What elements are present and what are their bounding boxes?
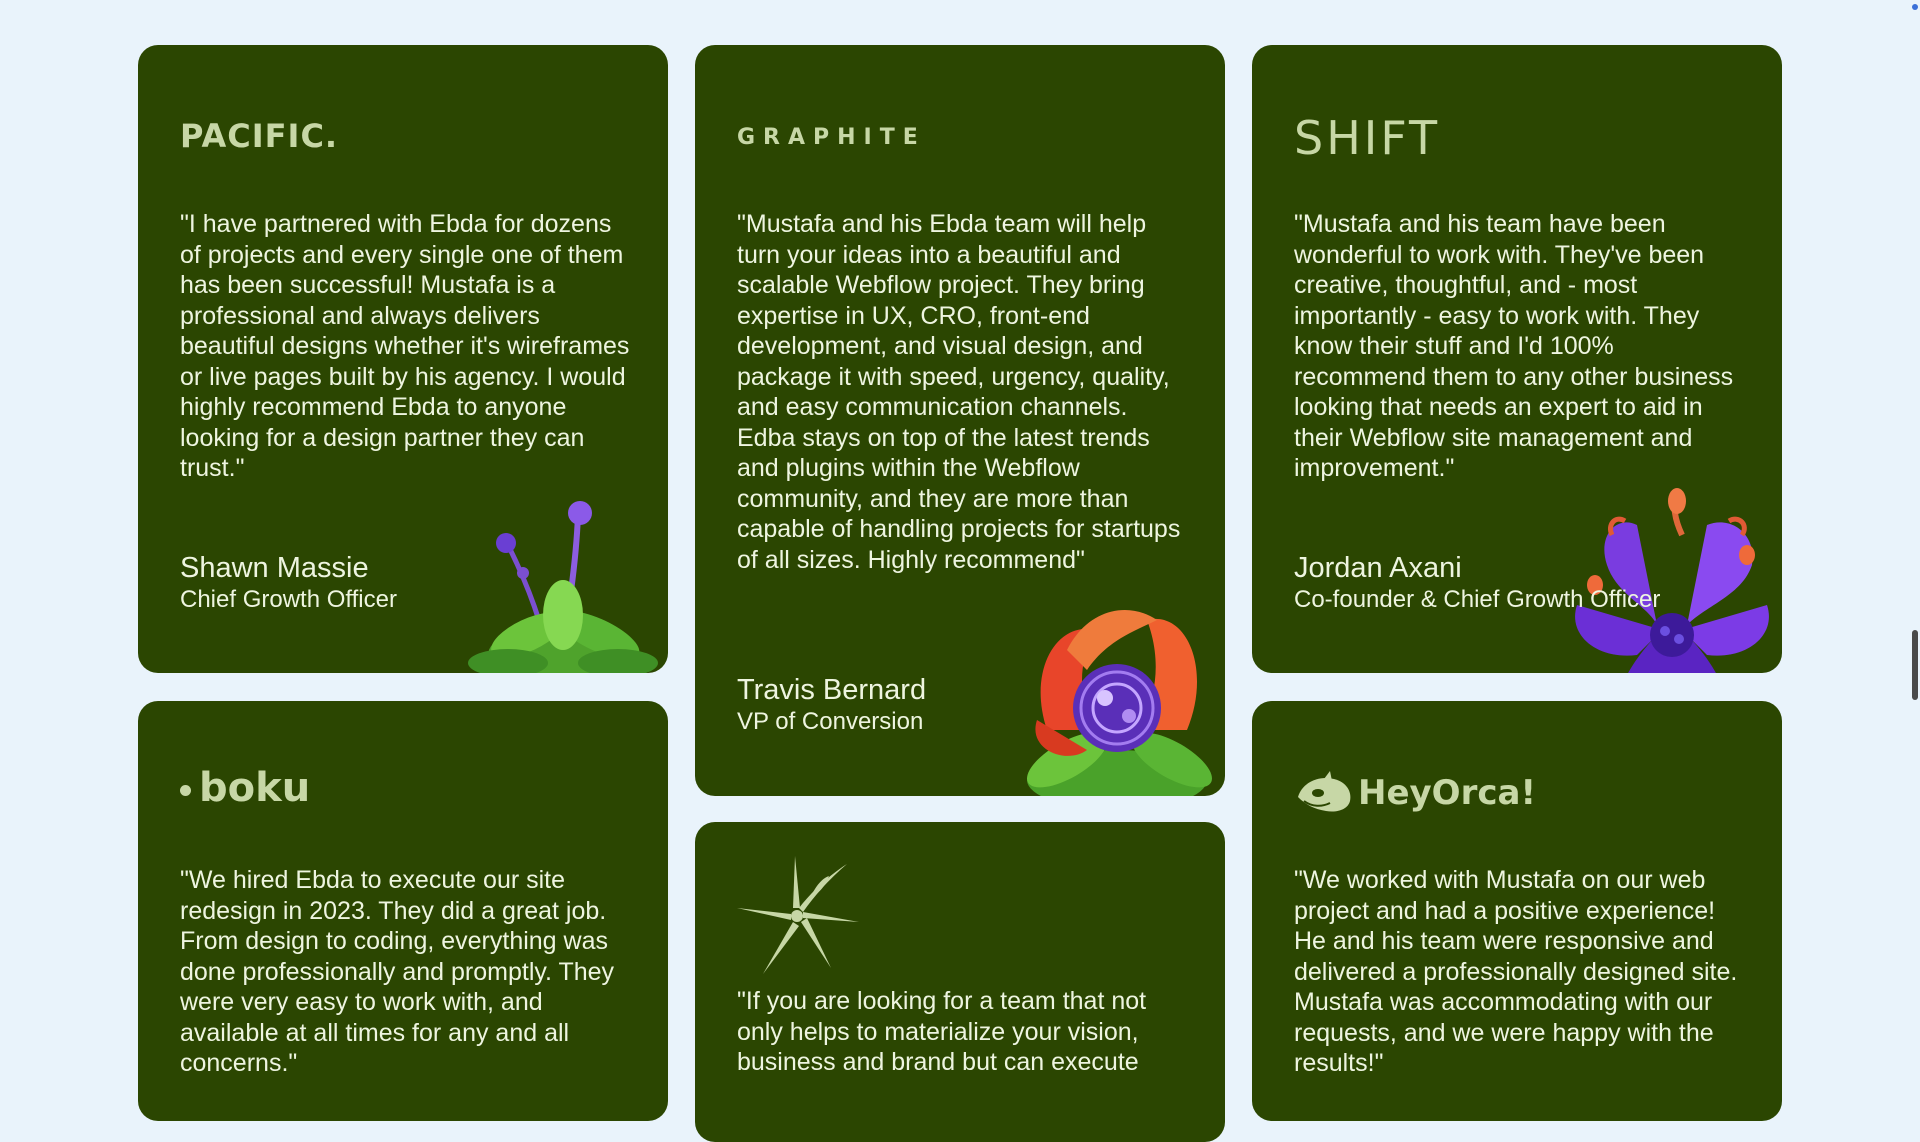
testimonial-quote: "I have partnered with Ebda for dozens o…	[180, 210, 630, 482]
company-logo: PACIFIC.	[180, 117, 339, 155]
status-dot	[1912, 4, 1918, 10]
author-role: VP of Conversion	[737, 708, 924, 735]
testimonial-card-shift: SHIFT "Mustafa and his team have been wo…	[1252, 45, 1782, 673]
testimonial-card-boku: boku "We hired Ebda to execute our site …	[138, 701, 668, 1121]
red-coral-flower-icon	[1027, 610, 1212, 796]
orca-icon	[1298, 771, 1351, 812]
testimonial-quote: "We worked with Mustafa on our web proje…	[1294, 866, 1738, 1077]
testimonial-card-graphite: GRAPHITE "Mustafa and his Ebda team will…	[695, 45, 1225, 796]
author-role: Chief Growth Officer	[180, 586, 397, 613]
company-logo-text: boku	[199, 765, 311, 811]
company-logo: HeyOrca!	[1294, 771, 1536, 815]
testimonial-author: Travis Bernard VP of Conversion	[737, 673, 926, 737]
company-logo: SHIFT	[1294, 111, 1441, 165]
author-role: Co-founder & Chief Growth Officer	[1294, 586, 1661, 613]
testimonial-card-pacific: PACIFIC. "I have partnered with Ebda for…	[138, 45, 668, 673]
testimonial-card-heyorca: HeyOrca! "We worked with Mustafa on our …	[1252, 701, 1782, 1121]
testimonial-quote: "Mustafa and his team have been wonderfu…	[1294, 210, 1734, 482]
company-logo: boku	[180, 765, 310, 811]
testimonial-quote: "If you are looking for a team that not …	[737, 987, 1147, 1076]
scrollbar-thumb[interactable]	[1912, 630, 1918, 700]
author-name: Shawn Massie	[180, 552, 369, 584]
starburst-logo-icon	[737, 856, 859, 974]
company-logo: GRAPHITE	[737, 125, 926, 150]
testimonial-author: Shawn Massie Chief Growth Officer	[180, 551, 397, 615]
company-logo-text: HeyOrca!	[1358, 773, 1536, 813]
testimonial-author: Jordan Axani Co-founder & Chief Growth O…	[1294, 551, 1660, 615]
testimonial-quote: "Mustafa and his Ebda team will help tur…	[737, 210, 1181, 574]
testimonial-quote: "We hired Ebda to execute our site redes…	[180, 866, 615, 1077]
boku-dot-icon	[180, 784, 191, 796]
green-plant-icon	[468, 501, 658, 673]
author-name: Jordan Axani	[1294, 552, 1462, 584]
author-name: Travis Bernard	[737, 674, 927, 706]
testimonial-card-starburst: "If you are looking for a team that not …	[695, 822, 1225, 1142]
